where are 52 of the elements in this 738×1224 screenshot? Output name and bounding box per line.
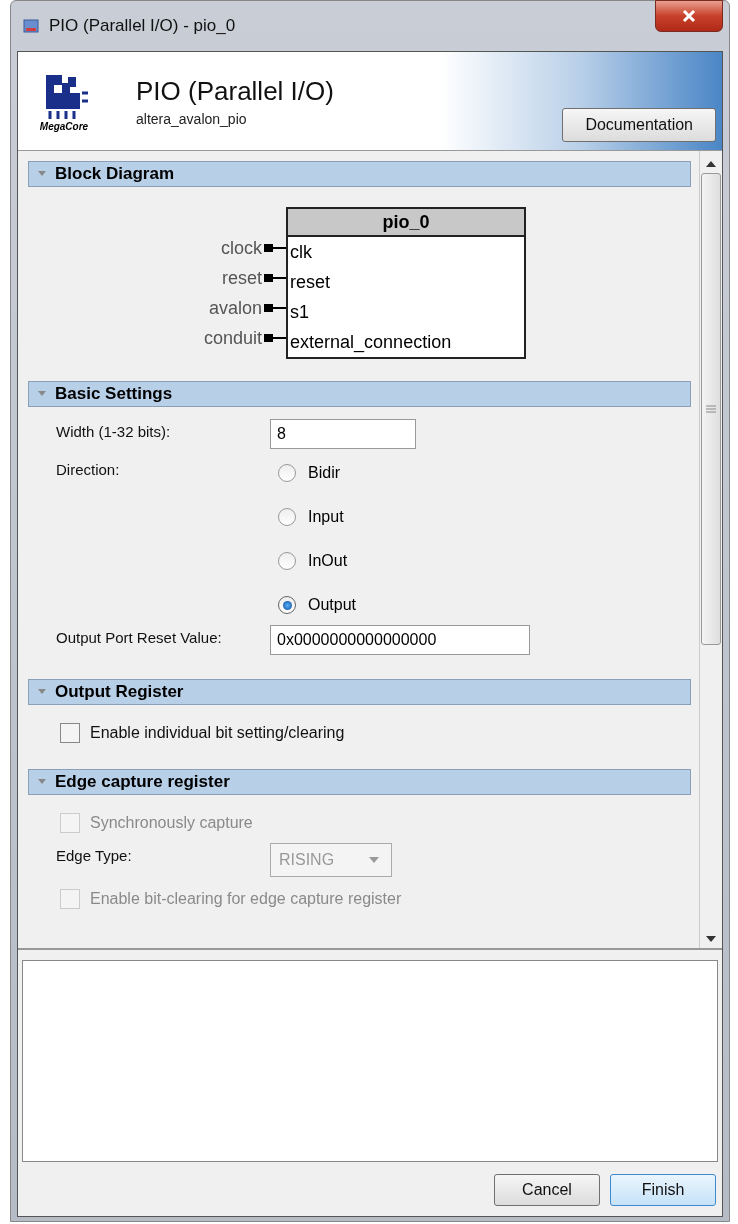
interface-label: avalon <box>209 297 263 319</box>
section-header[interactable]: Basic Settings <box>28 381 691 407</box>
port-label: external_connection <box>289 331 453 355</box>
text-field[interactable]: 0x0000000000000000 <box>270 625 530 655</box>
section-header[interactable]: Edge capture register <box>28 769 691 795</box>
radio-button[interactable] <box>278 552 296 570</box>
port-label: s1 <box>289 301 311 324</box>
grip-icon <box>706 405 716 413</box>
field-label: Edge Type: <box>56 846 133 864</box>
dialog-button[interactable]: Cancel <box>494 1174 600 1206</box>
checkbox-option[interactable]: Enable individual bit setting/clearing <box>60 723 691 743</box>
field-label: Width (1-32 bits): <box>56 422 172 440</box>
component-title: PIO (Parallel I/O) <box>136 75 335 107</box>
window-icon <box>23 19 39 33</box>
port-label: clk <box>289 241 314 264</box>
port-connector-icon <box>264 273 287 283</box>
component-subtitle: altera_avalon_pio <box>136 110 248 127</box>
window-title: PIO (Parallel I/O) - pio_0 <box>49 16 236 36</box>
caret-icon <box>369 857 379 863</box>
triangle-icon <box>37 170 47 178</box>
text-field[interactable]: 8 <box>270 419 416 449</box>
triangle-icon <box>37 688 47 696</box>
section-header[interactable]: Output Register <box>28 679 691 705</box>
block-name: pio_0 <box>288 209 525 237</box>
radio-option[interactable]: InOut <box>270 549 357 573</box>
triangle-icon <box>37 390 47 398</box>
port-connector-icon <box>264 243 287 253</box>
scroll-up-icon[interactable] <box>706 161 716 167</box>
radio-option[interactable]: Bidir <box>270 461 357 485</box>
checkbox[interactable] <box>60 723 80 743</box>
radio-option[interactable]: Output <box>270 593 357 617</box>
field-label: Output Port Reset Value: <box>56 628 223 646</box>
documentation-button[interactable]: Documentation <box>562 108 716 142</box>
close-button[interactable] <box>655 0 723 32</box>
logo-text: MegaCore <box>39 120 89 132</box>
dialog-button[interactable]: Finish <box>610 1174 716 1206</box>
port-connector-icon <box>264 303 287 313</box>
port-connector-icon <box>264 333 287 343</box>
field-label: Direction: <box>56 460 121 478</box>
close-icon <box>681 9 697 23</box>
interface-label: reset <box>222 267 263 289</box>
scroll-down-icon[interactable] <box>706 936 716 942</box>
port-label: reset <box>289 271 332 294</box>
triangle-icon <box>37 778 47 786</box>
radio-button[interactable] <box>278 508 296 526</box>
scroll-thumb[interactable] <box>701 173 721 645</box>
interface-label: conduit <box>204 327 263 349</box>
radio-button[interactable] <box>278 464 296 482</box>
radio-option[interactable]: Input <box>270 505 357 529</box>
radio-button[interactable] <box>278 596 296 614</box>
section-header[interactable]: Block Diagram <box>28 161 691 187</box>
interface-label: clock <box>221 237 263 259</box>
